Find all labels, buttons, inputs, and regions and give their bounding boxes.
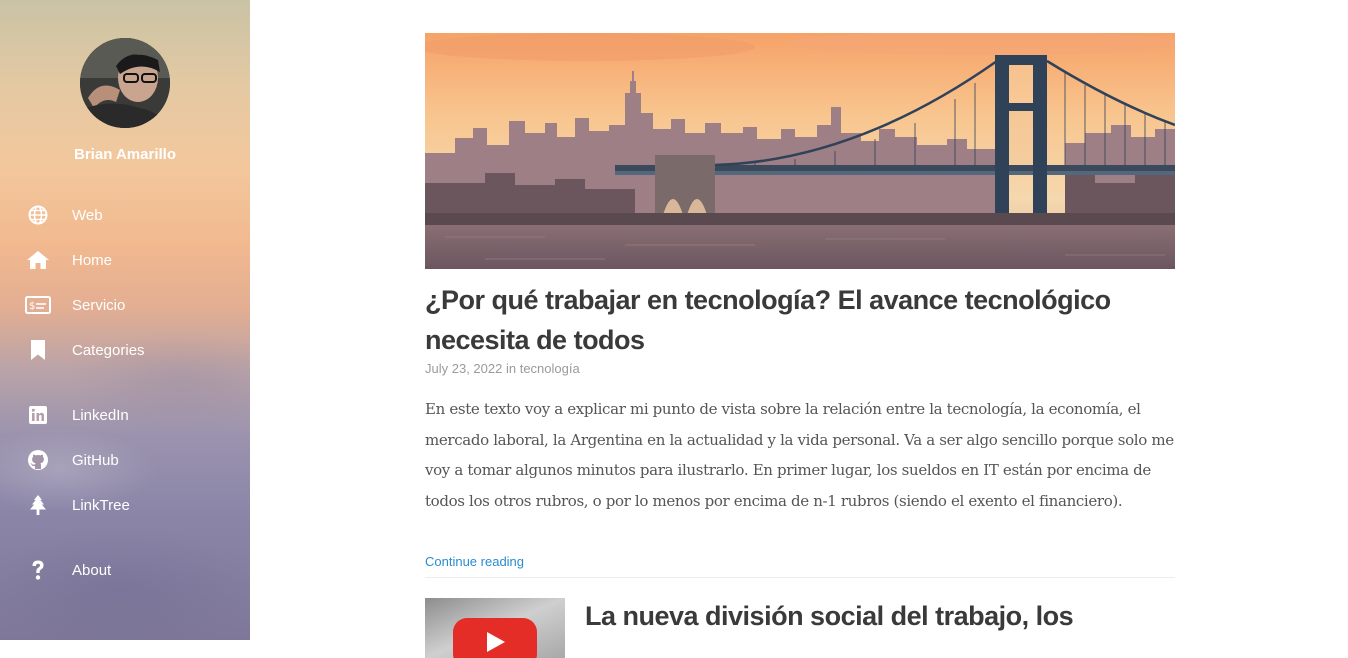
- nav-item-linktree[interactable]: LinkTree: [24, 492, 234, 518]
- svg-text:$: $: [29, 301, 35, 312]
- nav-label-about: About: [72, 561, 112, 579]
- nav-item-home[interactable]: Home: [24, 247, 234, 273]
- post-featured-image[interactable]: [425, 33, 1175, 269]
- nav-item-github[interactable]: GitHub: [24, 447, 234, 473]
- post-title-2[interactable]: La nueva división social del trabajo, lo…: [585, 596, 1175, 636]
- nav-label-linkedin: LinkedIn: [72, 406, 129, 424]
- nav-item-servicio[interactable]: $ Servicio: [24, 292, 234, 318]
- author-name[interactable]: Brian Amarillo: [0, 146, 250, 163]
- tree-icon: [24, 493, 52, 517]
- post-meta-in: in: [505, 361, 517, 376]
- avatar[interactable]: [80, 38, 170, 128]
- question-icon: [24, 558, 52, 582]
- post-thumbnail[interactable]: [425, 598, 565, 658]
- nav-item-about[interactable]: About: [24, 557, 234, 583]
- nav-label-web: Web: [72, 206, 103, 224]
- post-meta: July 23, 2022 in tecnología: [425, 361, 580, 376]
- nav-item-web[interactable]: Web: [24, 202, 234, 228]
- post-date: July 23, 2022: [425, 361, 503, 376]
- post-category-link[interactable]: tecnología: [520, 361, 580, 376]
- nav-label-linktree: LinkTree: [72, 496, 130, 514]
- linkedin-icon: [24, 403, 52, 427]
- github-icon: [24, 448, 52, 472]
- nav-label-servicio: Servicio: [72, 296, 126, 314]
- continue-reading-link[interactable]: Continue reading: [425, 554, 524, 569]
- nav-label-home: Home: [72, 251, 113, 269]
- money-bill-icon: $: [24, 293, 52, 317]
- post-excerpt: En este texto voy a explicar mi punto de…: [425, 400, 1174, 510]
- globe-icon: [24, 203, 52, 227]
- home-icon: [24, 248, 52, 272]
- bookmark-icon: [24, 338, 52, 362]
- sidebar: Brian Amarillo Web Home $ Servicio Categ…: [0, 0, 250, 640]
- post-title[interactable]: ¿Por qué trabajar en tecnología? El avan…: [425, 280, 1175, 360]
- nav-label-github: GitHub: [72, 451, 119, 469]
- nav-item-categories[interactable]: Categories: [24, 337, 234, 363]
- nav-label-categories: Categories: [72, 341, 145, 359]
- nav-item-linkedin[interactable]: LinkedIn: [24, 402, 234, 428]
- post-divider: [425, 577, 1175, 578]
